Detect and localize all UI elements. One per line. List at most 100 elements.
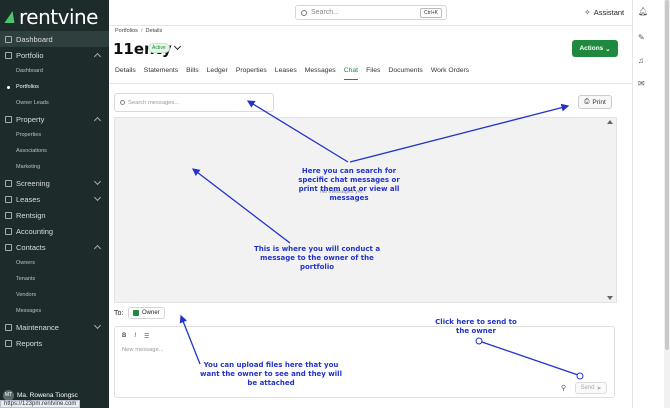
sidebar-item-label: Leases bbox=[16, 194, 41, 204]
send-button[interactable]: Send ➤ bbox=[575, 382, 607, 394]
sidebar-item-contacts[interactable]: Contacts bbox=[0, 239, 109, 255]
sidebar-nav: Dashboard Portfolio Dashboard Portfolios Own… bbox=[0, 31, 109, 351]
recipient-owner-checkbox[interactable]: Owner bbox=[128, 307, 165, 319]
logo-text: rentvine bbox=[19, 5, 98, 29]
tab-documents[interactable]: Documents bbox=[388, 67, 422, 80]
chevron-down-icon bbox=[93, 177, 102, 186]
avatar: MT bbox=[3, 389, 14, 401]
sidebar-item-label: Messages bbox=[16, 308, 42, 314]
send-label: Send bbox=[580, 385, 595, 391]
scroll-up-icon[interactable] bbox=[607, 120, 613, 124]
sidebar-item-label: Dashboard bbox=[16, 68, 43, 74]
sidebar-item-properties[interactable]: Properties bbox=[0, 127, 109, 143]
page-scrollbar[interactable] bbox=[664, 0, 670, 408]
chat-history[interactable] bbox=[114, 117, 617, 303]
tab-divider bbox=[109, 83, 632, 84]
sidebar-item-label: Associations bbox=[16, 148, 47, 154]
sidebar-item-dashboard[interactable]: Dashboard bbox=[0, 31, 109, 47]
print-label: Print bbox=[592, 98, 606, 106]
sidebar-item-label: Tenants bbox=[16, 276, 36, 282]
topbar: Search... Ctrl+K ✧ Assistant bbox=[109, 0, 632, 26]
bell-icon[interactable]: ♫ bbox=[638, 56, 644, 65]
tab-work-orders[interactable]: Work Orders bbox=[431, 67, 469, 80]
send-icon: ➤ bbox=[596, 385, 602, 392]
sidebar-item-associations[interactable]: Associations bbox=[0, 143, 109, 159]
sidebar-item-marketing[interactable]: Marketing bbox=[0, 159, 109, 175]
sidebar-item-rentsign[interactable]: Rentsign bbox=[0, 207, 109, 223]
sidebar-item-screening[interactable]: Screening bbox=[0, 175, 109, 191]
chevron-down-icon[interactable] bbox=[173, 42, 182, 51]
tabs: Details Statements Bills Ledger Properties Le… bbox=[115, 67, 469, 80]
logo[interactable]: rentvine bbox=[4, 5, 98, 29]
sidebar-item-leases[interactable]: Leases bbox=[0, 191, 109, 207]
sidebar-item-label: Portfolio bbox=[16, 50, 44, 60]
annotation-conduct: This is where you will conduct a message… bbox=[253, 245, 381, 271]
tab-statements[interactable]: Statements bbox=[144, 67, 178, 80]
filter-icon bbox=[5, 179, 12, 187]
pen-icon bbox=[5, 211, 12, 219]
tab-messages[interactable]: Messages bbox=[305, 67, 336, 80]
notification-bell-icon[interactable]: 🔔︎ bbox=[638, 7, 648, 16]
global-search-input[interactable]: Search... Ctrl+K bbox=[295, 5, 447, 20]
sidebar-item-portfolio[interactable]: Portfolio bbox=[0, 47, 109, 63]
breadcrumb-portfolios[interactable]: Portfolios bbox=[115, 28, 138, 34]
mail-icon[interactable]: ✉ bbox=[638, 79, 645, 88]
assistant-label: Assistant bbox=[593, 8, 625, 17]
sidebar-item-vendors[interactable]: Vendors bbox=[0, 287, 109, 303]
sidebar-item-reports[interactable]: Reports bbox=[0, 335, 109, 351]
message-composer[interactable]: B I ☰ New message... ⚲ Send ➤ bbox=[114, 326, 615, 398]
tab-details[interactable]: Details bbox=[115, 67, 136, 80]
building-icon bbox=[5, 115, 12, 123]
sidebar-item-portfolios[interactable]: Portfolios bbox=[0, 79, 109, 95]
sidebar-item-property[interactable]: Property bbox=[0, 111, 109, 127]
tab-bills[interactable]: Bills bbox=[186, 67, 198, 80]
bank-icon bbox=[5, 227, 12, 235]
print-button[interactable]: ⎙ Print bbox=[578, 95, 612, 109]
document-icon bbox=[5, 195, 12, 203]
to-label: To: bbox=[114, 310, 124, 317]
sidebar-item-label: Screening bbox=[16, 178, 50, 188]
actions-button[interactable]: Actions ⌄ bbox=[572, 40, 618, 57]
sidebar-item-dashboard[interactable]: Dashboard bbox=[0, 63, 109, 79]
list-button[interactable]: ☰ bbox=[144, 333, 149, 340]
folder-icon bbox=[5, 51, 12, 59]
status-url: https://123pm.rentvine.com bbox=[0, 400, 81, 408]
contacts-icon bbox=[5, 243, 12, 251]
sidebar-item-accounting[interactable]: Accounting bbox=[0, 223, 109, 239]
search-icon bbox=[301, 9, 307, 16]
chevron-down-icon bbox=[93, 193, 102, 202]
paperclip-icon[interactable]: ⚲ bbox=[561, 384, 566, 392]
sparkle-icon: ✧ bbox=[584, 8, 591, 17]
tab-files[interactable]: Files bbox=[366, 67, 380, 80]
composer-placeholder: New message... bbox=[122, 347, 164, 353]
message-search-input[interactable]: Search messages... bbox=[114, 93, 274, 112]
recipient-label: Owner bbox=[142, 310, 160, 316]
tab-chat[interactable]: Chat bbox=[343, 67, 359, 80]
annotation-search-print: Here you can search for specific chat me… bbox=[298, 167, 400, 202]
tab-ledger[interactable]: Ledger bbox=[207, 67, 228, 80]
grid-icon bbox=[5, 35, 12, 43]
format-toolbar: B I ☰ bbox=[122, 333, 149, 340]
italic-button[interactable]: I bbox=[134, 333, 136, 340]
annotation-send: Click here to send to the owner bbox=[435, 318, 517, 335]
sidebar-item-label: Property bbox=[16, 114, 45, 124]
sidebar-item-maintenance[interactable]: Maintenance bbox=[0, 319, 109, 335]
sidebar-item-label: Vendors bbox=[16, 292, 37, 298]
bold-button[interactable]: B bbox=[122, 333, 126, 340]
scrollbar-thumb[interactable] bbox=[665, 0, 669, 350]
sidebar-item-owners[interactable]: Owners bbox=[0, 255, 109, 271]
edit-icon[interactable]: ✎ bbox=[638, 33, 645, 42]
sidebar-item-owner-leads[interactable]: Owner Leads bbox=[0, 95, 109, 111]
checkbox-checked-icon bbox=[133, 310, 139, 316]
chevron-up-icon bbox=[93, 244, 102, 253]
chevron-up-icon bbox=[93, 52, 102, 61]
sidebar-item-tenants[interactable]: Tenants bbox=[0, 271, 109, 287]
message-search-placeholder: Search messages... bbox=[128, 99, 180, 106]
tab-leases[interactable]: Leases bbox=[275, 67, 297, 80]
breadcrumb-details: Details bbox=[145, 28, 163, 34]
scroll-down-icon[interactable] bbox=[607, 296, 613, 300]
assistant-button[interactable]: ✧ Assistant bbox=[584, 8, 624, 17]
tab-properties[interactable]: Properties bbox=[236, 67, 267, 80]
annotation-upload: You can upload files here that you want … bbox=[200, 361, 342, 387]
sidebar-item-messages[interactable]: Messages bbox=[0, 303, 109, 319]
